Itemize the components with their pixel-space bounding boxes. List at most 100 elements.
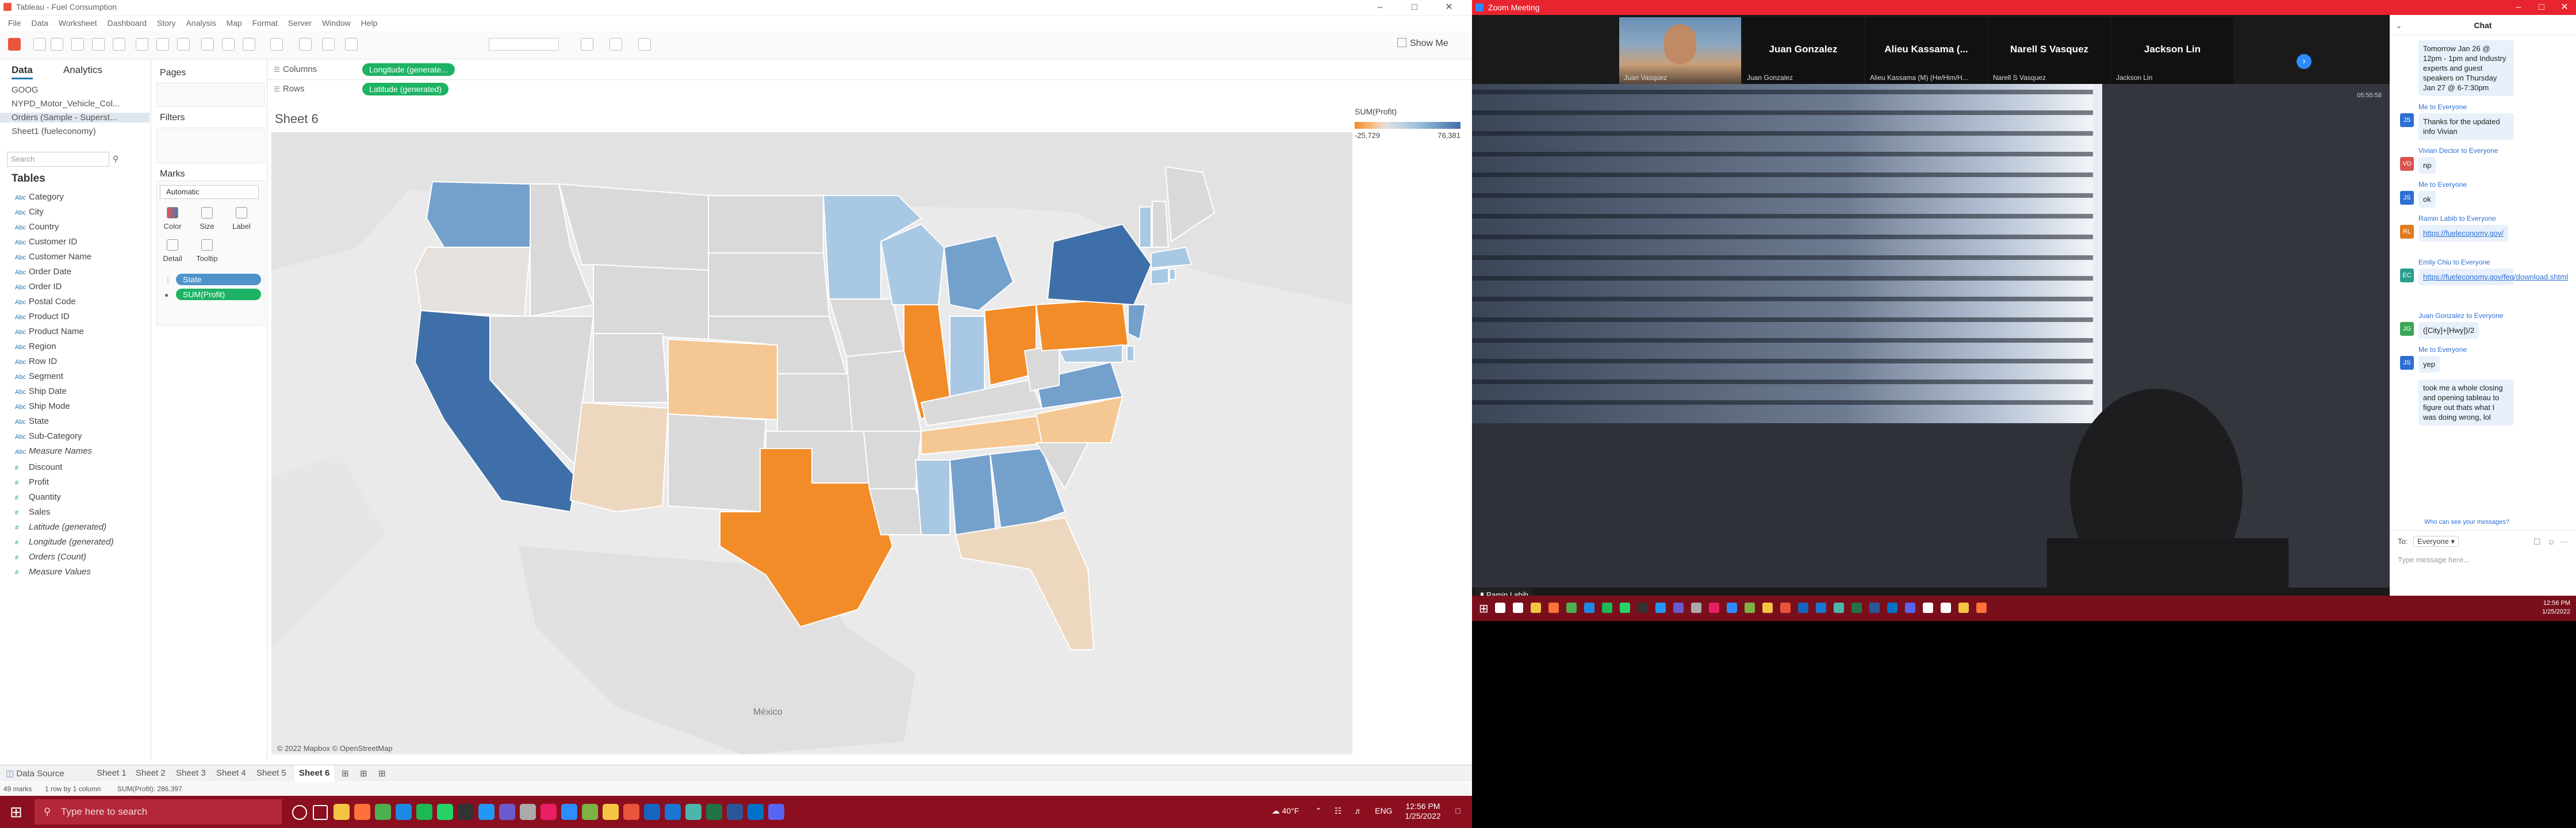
datasource-item[interactable]: GOOG — [12, 85, 39, 95]
taskbar-search-input[interactable]: ⚲ Type here to search — [34, 799, 282, 825]
menu-format[interactable]: Format — [252, 16, 278, 30]
settings-icon[interactable] — [520, 804, 536, 820]
weather-icon[interactable]: ☁ 40°F — [1272, 806, 1300, 815]
tray-chevron-icon[interactable]: ⌃ — [1315, 806, 1322, 815]
clear-icon[interactable] — [177, 38, 190, 51]
menu-help[interactable]: Help — [361, 16, 378, 30]
state-region-ri[interactable] — [1169, 269, 1176, 280]
spotify-icon[interactable] — [416, 804, 432, 820]
dimension-field[interactable]: Abc Row ID — [15, 356, 57, 366]
dimension-field[interactable]: Abc Product ID — [15, 312, 70, 321]
dimension-field[interactable]: Abc State — [15, 416, 49, 426]
zoom-minimize-button[interactable]: – — [2507, 0, 2530, 15]
device-preview-icon[interactable] — [610, 38, 622, 51]
next-page-arrow-icon[interactable]: › — [2297, 54, 2312, 69]
zoom-close-button[interactable]: ✕ — [2553, 0, 2576, 15]
state-region-ar[interactable] — [862, 431, 922, 489]
datasource-item[interactable]: Sheet1 (fueleconomy) — [12, 126, 96, 136]
file-icon[interactable]: ☐ — [2533, 537, 2541, 547]
state-region-nd[interactable] — [708, 195, 824, 254]
state-region-nh[interactable] — [1152, 201, 1170, 248]
chat-message-input[interactable]: Type message here... — [2398, 555, 2568, 570]
data-source-tab[interactable]: ◫ Data Source — [6, 768, 64, 779]
save-icon[interactable] — [71, 38, 84, 51]
dimension-field[interactable]: Abc Customer ID — [15, 237, 77, 247]
pause-updates-icon[interactable] — [113, 38, 125, 51]
vscode-icon[interactable] — [478, 804, 494, 820]
state-region-nm[interactable] — [668, 413, 767, 513]
dimension-field[interactable]: Abc Ship Mode — [15, 401, 70, 411]
state-region-mt[interactable] — [558, 183, 709, 271]
dimension-field[interactable]: Abc Measure Names — [15, 446, 92, 456]
whatsapp-icon[interactable] — [437, 804, 453, 820]
state-region-pa[interactable] — [1035, 298, 1129, 352]
notifications-icon[interactable]: □ — [1456, 806, 1460, 815]
labels-icon[interactable] — [322, 38, 335, 51]
state-region-al[interactable] — [949, 453, 997, 535]
minimize-button[interactable]: – — [1368, 1, 1392, 14]
search-icon[interactable]: ⚲ — [113, 154, 118, 164]
dimension-field[interactable]: Abc Order Date — [15, 267, 71, 277]
group-icon[interactable] — [270, 38, 283, 51]
network-icon[interactable]: ☷ — [1335, 806, 1342, 815]
photos-icon[interactable] — [540, 804, 557, 820]
calendar-icon[interactable] — [644, 804, 660, 820]
measure-field[interactable]: # Sales — [15, 507, 51, 517]
menu-story[interactable]: Story — [157, 16, 176, 30]
map-canvas[interactable]: México — [271, 132, 1352, 754]
dimension-field[interactable]: Abc Product Name — [15, 327, 84, 336]
menu-worksheet[interactable]: Worksheet — [59, 16, 97, 30]
state-region-vt[interactable] — [1139, 206, 1152, 248]
mail-icon[interactable] — [665, 804, 681, 820]
state-region-sd[interactable] — [708, 252, 830, 317]
dimension-field[interactable]: Abc Category — [15, 192, 64, 202]
sheet-tab-3[interactable]: Sheet 3 — [176, 768, 206, 778]
measure-field[interactable]: # Profit — [15, 477, 49, 487]
measure-field[interactable]: # Quantity — [15, 492, 61, 502]
state-region-co[interactable] — [668, 338, 778, 421]
columns-pill[interactable]: Longitude (generate... — [362, 63, 455, 76]
state-region-wv[interactable] — [1023, 344, 1060, 392]
undo-icon[interactable] — [33, 38, 46, 51]
datasource-item-selected[interactable]: Orders (Sample - Superst... — [0, 113, 150, 122]
recipient-dropdown[interactable]: Everyone ▾ — [2413, 536, 2459, 547]
edge-icon[interactable] — [396, 804, 412, 820]
tableau-home-icon[interactable] — [8, 38, 21, 51]
measure-field[interactable]: # Measure Values — [15, 567, 91, 577]
menu-file[interactable]: File — [8, 16, 21, 30]
participant-tile[interactable]: Jackson Lin Jackson Lin — [2111, 17, 2233, 84]
task-view-icon[interactable] — [313, 805, 328, 820]
word-icon[interactable] — [727, 804, 743, 820]
menu-map[interactable]: Map — [226, 16, 241, 30]
measure-field[interactable]: # Latitude (generated) — [15, 522, 106, 532]
sheet-tab-6-active[interactable]: Sheet 6 — [294, 765, 335, 781]
language-indicator[interactable]: ENG — [1375, 806, 1392, 815]
dimension-field[interactable]: Abc City — [15, 207, 44, 217]
redo-icon[interactable] — [51, 38, 63, 51]
color-button[interactable]: Color — [160, 207, 185, 231]
close-button[interactable]: ✕ — [1438, 1, 1460, 14]
dimension-field[interactable]: Abc Region — [15, 342, 56, 351]
detail-button[interactable]: Detail — [160, 239, 185, 263]
menu-server[interactable]: Server — [288, 16, 312, 30]
more-icon[interactable]: ⋯ — [2560, 537, 2568, 547]
datasource-item[interactable]: NYPD_Motor_Vehicle_Col... — [12, 99, 120, 109]
sort-desc-icon[interactable] — [243, 38, 255, 51]
sheet-tab-4[interactable]: Sheet 4 — [216, 768, 246, 778]
active-speaker-video[interactable]: 05:55:58 — [1472, 84, 2390, 588]
sheet-tab-2[interactable]: Sheet 2 — [136, 768, 166, 778]
state-region-de[interactable] — [1126, 346, 1134, 362]
size-button[interactable]: Size — [194, 207, 220, 231]
zoom-maximize-button[interactable]: □ — [2530, 0, 2553, 15]
tooltip-button[interactable]: Tooltip — [194, 239, 220, 263]
participant-tile[interactable]: Juan Gonzalez Juan Gonzalez — [1742, 17, 1864, 84]
mark-type-dropdown[interactable]: Automatic — [160, 185, 259, 199]
presentation-icon[interactable] — [581, 38, 593, 51]
dimension-field[interactable]: Abc Ship Date — [15, 386, 67, 396]
outlook-icon[interactable] — [747, 804, 764, 820]
state-region-ks[interactable] — [777, 373, 853, 432]
dimension-field[interactable]: Abc Order ID — [15, 282, 62, 292]
discord-icon[interactable] — [768, 804, 784, 820]
chat-message-link[interactable]: https://fueleconomy.gov/feg/download.sht… — [2418, 269, 2568, 285]
dimension-field[interactable]: Abc Country — [15, 222, 59, 232]
